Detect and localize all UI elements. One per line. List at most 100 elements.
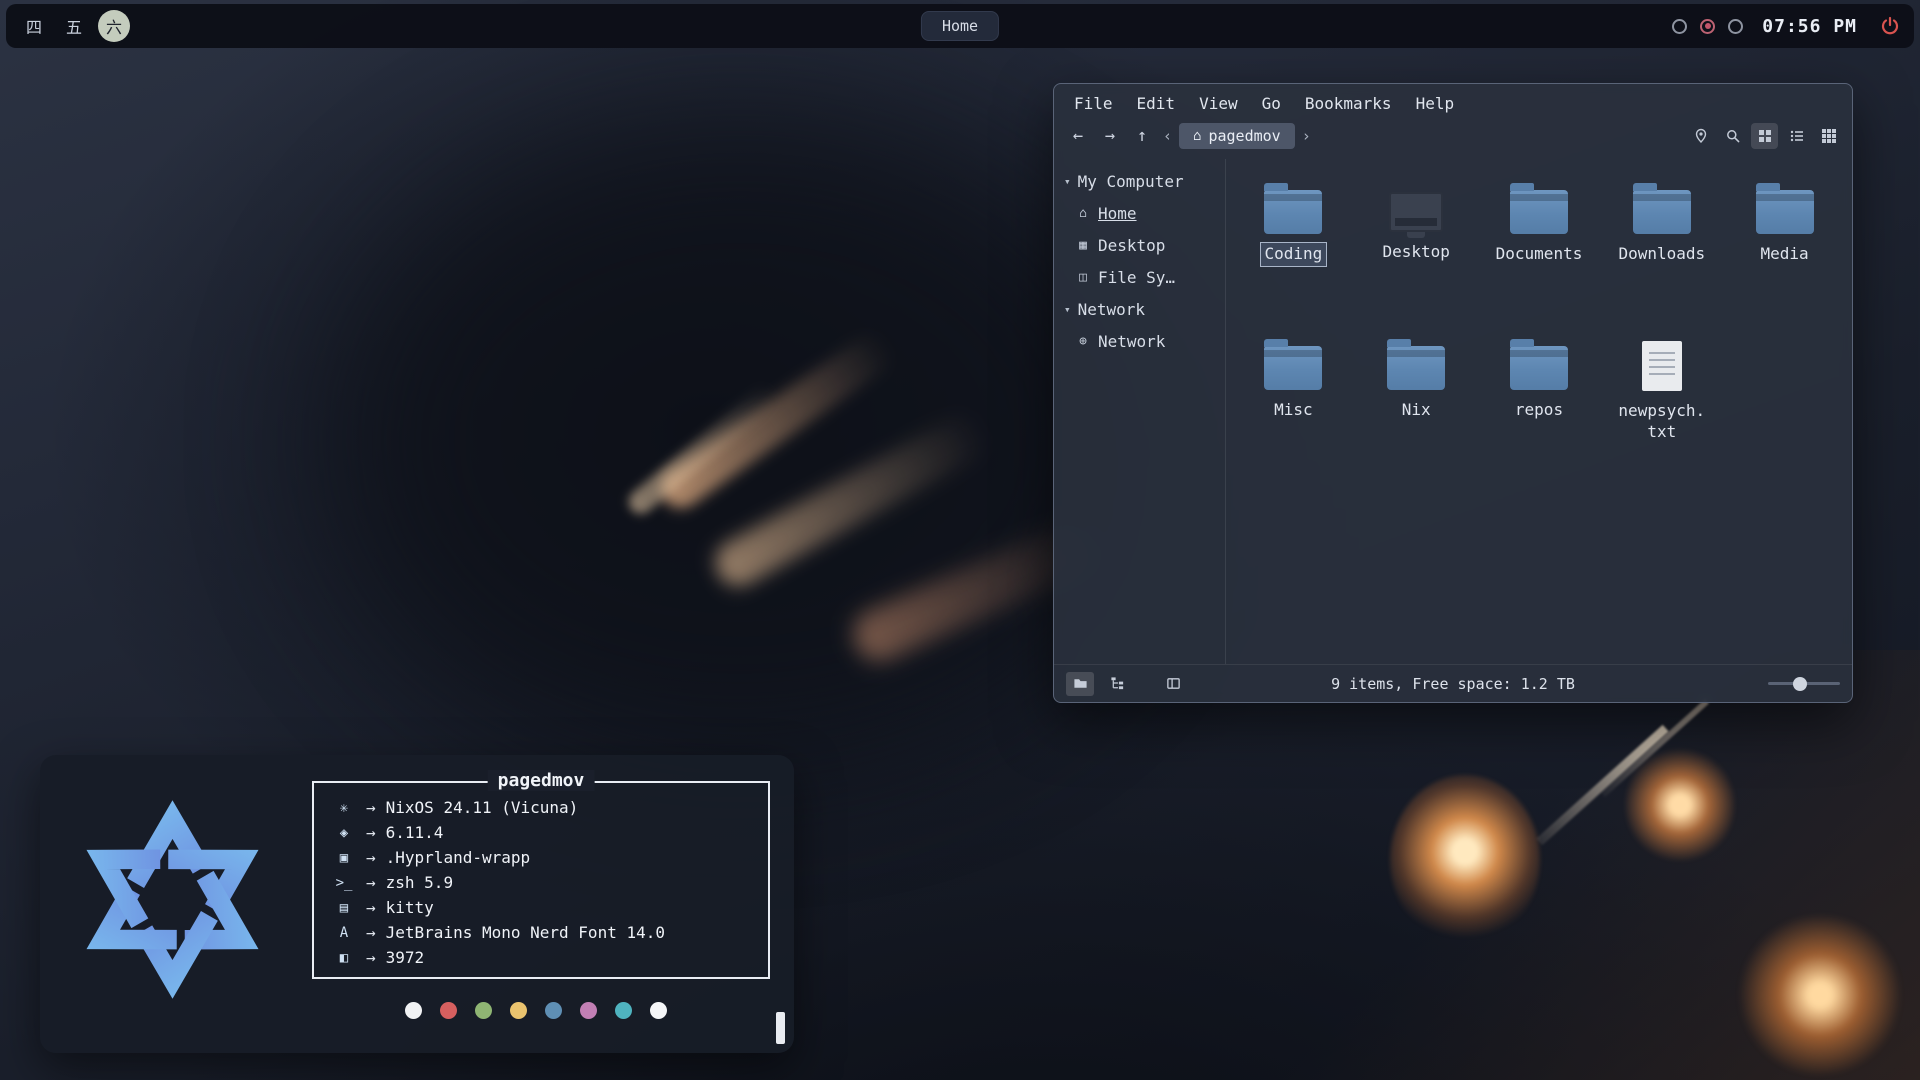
- file-manager-body: ▾ My Computer ⌂ Home ▦ Desktop ◫ File Sy…: [1054, 159, 1852, 664]
- wm-icon: ▣: [332, 850, 356, 866]
- status-text: 9 items, Free space: 1.2 TB: [1331, 675, 1575, 693]
- fetch-row-kernel: ◈ → 6.11.4: [332, 820, 750, 845]
- power-button[interactable]: [1878, 14, 1902, 38]
- topbar-right: 07:56 PM: [1672, 14, 1902, 38]
- breadcrumb-current-folder[interactable]: ⌂ pagedmov: [1179, 123, 1295, 149]
- candle-glow: [1735, 915, 1905, 1075]
- top-status-bar: 四 五 六 Home 07:56 PM: [6, 4, 1914, 48]
- palette-dot: [580, 1002, 597, 1019]
- thumbnail-view-icon: [1821, 128, 1837, 144]
- breadcrumb-scroll-right-icon[interactable]: ›: [1299, 127, 1314, 145]
- network-icon: ⊕: [1076, 334, 1090, 349]
- light-streak: [1536, 725, 1668, 845]
- mini-folder-icon: [1073, 676, 1088, 691]
- file-label: newpsych.txt: [1613, 400, 1711, 444]
- file-item-documents[interactable]: Documents: [1478, 175, 1601, 331]
- forward-button[interactable]: →: [1096, 122, 1124, 150]
- palette-dot: [545, 1002, 562, 1019]
- menu-file[interactable]: File: [1074, 94, 1113, 113]
- breadcrumb-label: pagedmov: [1208, 127, 1280, 145]
- up-button[interactable]: ↑: [1128, 122, 1156, 150]
- terminal-cursor: [776, 1012, 785, 1044]
- sidebar-item-label: Home: [1098, 204, 1137, 223]
- sidebar-section-network[interactable]: ▾ Network: [1054, 293, 1225, 325]
- fetch-row-os: ✳ → NixOS 24.11 (Vicuna): [332, 795, 750, 820]
- breadcrumb-scroll-left-icon[interactable]: ‹: [1160, 127, 1175, 145]
- file-item-newpsych-txt[interactable]: newpsych.txt: [1600, 331, 1723, 487]
- sidebar-item-desktop[interactable]: ▦ Desktop: [1054, 229, 1225, 261]
- sidebar-item-filesystem[interactable]: ◫ File Sy…: [1054, 261, 1225, 293]
- wallpaper-hair-highlight: [708, 408, 993, 594]
- tray-indicator-icon[interactable]: [1672, 19, 1687, 34]
- palette-dot: [650, 1002, 667, 1019]
- arrow-icon: →: [366, 798, 376, 817]
- places-sidebar: ▾ My Computer ⌂ Home ▦ Desktop ◫ File Sy…: [1054, 159, 1226, 664]
- menu-view[interactable]: View: [1199, 94, 1238, 113]
- file-label: Coding: [1261, 243, 1327, 266]
- file-item-coding[interactable]: Coding: [1232, 175, 1355, 331]
- packages-icon: ◧: [332, 950, 356, 966]
- palette-dot: [510, 1002, 527, 1019]
- candle-glow: [1390, 775, 1540, 945]
- file-item-downloads[interactable]: Downloads: [1600, 175, 1723, 331]
- toggle-side-pane-button[interactable]: [1159, 672, 1187, 696]
- statusbar: 9 items, Free space: 1.2 TB: [1054, 664, 1852, 702]
- workspace-6-active[interactable]: 六: [98, 10, 130, 42]
- file-item-misc[interactable]: Misc: [1232, 331, 1355, 487]
- fetch-panel: pagedmov ✳ → NixOS 24.11 (Vicuna) ◈ → 6.…: [40, 755, 794, 1053]
- shell-icon: >_: [332, 875, 356, 891]
- slider-thumb[interactable]: [1793, 677, 1807, 691]
- file-label: Documents: [1492, 243, 1587, 266]
- show-tree-button[interactable]: [1103, 672, 1131, 696]
- workspace-switcher: 四 五 六: [18, 10, 130, 42]
- menu-go[interactable]: Go: [1262, 94, 1281, 113]
- file-item-media[interactable]: Media: [1723, 175, 1846, 331]
- folder-icon: [1510, 346, 1568, 390]
- menu-bookmarks[interactable]: Bookmarks: [1305, 94, 1392, 113]
- collapse-arrow-icon: ▾: [1064, 303, 1071, 316]
- terminal-icon: ▤: [332, 900, 356, 916]
- palette-dot: [440, 1002, 457, 1019]
- icon-view-button[interactable]: [1751, 123, 1778, 149]
- search-button[interactable]: [1719, 123, 1746, 149]
- power-icon: [1880, 16, 1900, 36]
- file-label: Misc: [1270, 399, 1317, 422]
- tray-record-icon[interactable]: [1700, 19, 1715, 34]
- workspace-5[interactable]: 五: [58, 10, 90, 42]
- compact-view-icon: [1789, 128, 1805, 144]
- workspace-4[interactable]: 四: [18, 10, 50, 42]
- file-item-repos[interactable]: repos: [1478, 331, 1601, 487]
- active-window-title: Home: [921, 11, 999, 41]
- sidebar-section-my-computer[interactable]: ▾ My Computer: [1054, 165, 1225, 197]
- location-pin-button[interactable]: [1687, 123, 1714, 149]
- sidebar-item-home[interactable]: ⌂ Home: [1054, 197, 1225, 229]
- fetch-row-font: A → JetBrains Mono Nerd Font 14.0: [332, 920, 750, 945]
- text-file-icon: [1642, 341, 1682, 391]
- show-places-button[interactable]: [1066, 672, 1094, 696]
- fetch-value: 3972: [386, 948, 425, 967]
- file-item-nix[interactable]: Nix: [1355, 331, 1478, 487]
- folder-icon: [1510, 190, 1568, 234]
- menu-help[interactable]: Help: [1416, 94, 1455, 113]
- fetch-value: kitty: [386, 898, 434, 917]
- nix-os-icon: ✳: [332, 800, 356, 816]
- menu-edit[interactable]: Edit: [1137, 94, 1176, 113]
- icon-view-icon: [1757, 128, 1773, 144]
- arrow-icon: →: [366, 873, 376, 892]
- wallpaper-hair-highlight: [653, 328, 897, 516]
- home-icon: ⌂: [1193, 128, 1201, 144]
- clock: 07:56 PM: [1762, 16, 1857, 37]
- arrow-icon: →: [366, 948, 376, 967]
- desktop-icon: ▦: [1076, 238, 1090, 253]
- fetch-value: 6.11.4: [386, 823, 444, 842]
- compact-view-button[interactable]: [1783, 123, 1810, 149]
- zoom-slider[interactable]: [1768, 677, 1840, 691]
- sidebar-item-network[interactable]: ⊕ Network: [1054, 325, 1225, 357]
- tray-indicator-icon[interactable]: [1728, 19, 1743, 34]
- back-button[interactable]: ←: [1064, 122, 1092, 150]
- fetch-value: JetBrains Mono Nerd Font 14.0: [386, 923, 665, 942]
- thumbnail-view-button[interactable]: [1815, 123, 1842, 149]
- file-label: Media: [1757, 243, 1813, 266]
- file-item-desktop[interactable]: Desktop: [1355, 175, 1478, 331]
- location-pin-icon: [1693, 128, 1709, 144]
